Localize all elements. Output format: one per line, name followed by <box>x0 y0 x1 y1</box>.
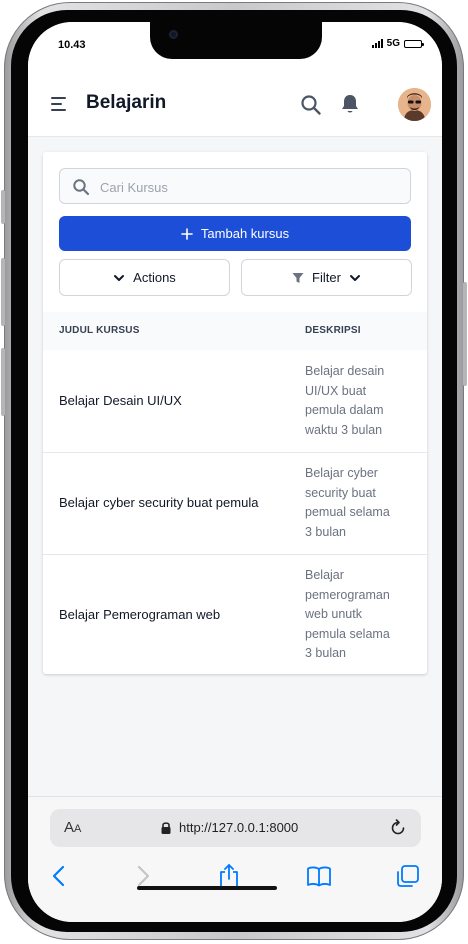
actions-label: Actions <box>133 270 176 285</box>
battery-icon <box>404 39 424 48</box>
table-row[interactable]: Belajar Pemerograman web Belajar pemerog… <box>43 555 427 674</box>
address-bar[interactable]: AA http://127.0.0.1:8000 <box>50 809 421 847</box>
bell-icon[interactable] <box>340 93 360 115</box>
description-line: security buat <box>305 485 376 500</box>
phone-screen: 10.43 5G Belajarin Cari Kursus Tambah ku… <box>28 22 442 922</box>
course-description: Belajar pemerograman web unutk pemula se… <box>305 566 405 664</box>
column-header-description: DESKRIPSI <box>305 325 361 336</box>
phone-mute-switch <box>1 190 5 224</box>
filter-icon <box>292 272 304 283</box>
phone-power-button <box>463 282 467 386</box>
search-input[interactable] <box>98 169 402 205</box>
course-title: Belajar Desain UI/UX <box>59 393 182 408</box>
add-course-label: Tambah kursus <box>200 226 290 241</box>
app-title: Belajarin <box>86 92 167 113</box>
reload-icon[interactable] <box>388 818 408 838</box>
reader-settings-button[interactable]: AA <box>64 819 81 836</box>
notch <box>150 22 322 59</box>
description-line: Belajar desain <box>305 364 385 378</box>
add-course-button[interactable]: Tambah kursus <box>59 216 411 251</box>
camera-icon <box>169 30 178 39</box>
course-title: Belajar Pemerograman web <box>59 607 221 622</box>
description-line: pemual selama <box>305 505 390 519</box>
description-line: pemula dalam <box>305 403 384 417</box>
column-header-title: JUDUL KURSUS <box>59 325 140 336</box>
description-line: pemerograman <box>305 587 390 602</box>
description-line: waktu 3 bulan <box>305 422 383 437</box>
plus-icon <box>181 227 193 240</box>
description-line: 3 bulan <box>305 524 347 539</box>
browser-toolbar: AA http://127.0.0.1:8000 <box>28 796 442 922</box>
course-description: Belajar desain UI/UX buat pemula dalam w… <box>305 362 405 440</box>
description-line: pemula selama <box>305 626 390 641</box>
search-icon <box>73 179 90 196</box>
home-indicator <box>137 886 277 890</box>
app-header: Belajarin <box>28 72 442 137</box>
status-time: 10.43 <box>58 39 86 51</box>
aa-small: A <box>74 823 82 835</box>
description-line: web unutk <box>305 607 362 621</box>
search-field[interactable] <box>59 168 411 205</box>
description-line: UI/UX buat <box>305 383 367 398</box>
filter-label: Filter <box>312 270 341 285</box>
bookmarks-icon[interactable] <box>306 863 332 889</box>
filter-dropdown-button[interactable]: Filter <box>241 259 412 296</box>
course-card: Tambah kursus Actions Filter JUDUL KURSU… <box>43 152 427 674</box>
phone-volume-up <box>1 258 5 326</box>
lock-icon <box>161 822 171 834</box>
description-line: Belajar cyber <box>305 466 378 480</box>
table-header: JUDUL KURSUS DESKRIPSI <box>43 312 427 350</box>
menu-icon[interactable] <box>51 97 68 111</box>
course-title: Belajar cyber security buat pemula <box>59 495 259 510</box>
phone-volume-down <box>1 348 5 416</box>
tabs-icon[interactable] <box>395 863 421 889</box>
search-icon[interactable] <box>300 94 322 116</box>
network-label: 5G <box>386 38 400 49</box>
table-row[interactable]: Belajar Desain UI/UX Belajar desain UI/U… <box>43 350 427 453</box>
description-line: 3 bulan <box>305 646 347 660</box>
aa-large: A <box>64 819 75 836</box>
course-description: Belajar cyber security buat pemual selam… <box>305 464 405 542</box>
url-text: http://127.0.0.1:8000 <box>179 820 299 835</box>
back-icon[interactable] <box>46 863 72 889</box>
avatar[interactable] <box>398 88 431 121</box>
chevron-down-icon <box>114 274 125 281</box>
table-row[interactable]: Belajar cyber security buat pemula Belaj… <box>43 453 427 555</box>
chevron-down-icon <box>349 274 360 281</box>
actions-dropdown-button[interactable]: Actions <box>59 259 230 296</box>
status-indicators: 5G <box>371 38 424 49</box>
description-line: Belajar <box>305 568 344 582</box>
avatar-image <box>398 88 431 121</box>
signal-icon <box>371 39 383 48</box>
